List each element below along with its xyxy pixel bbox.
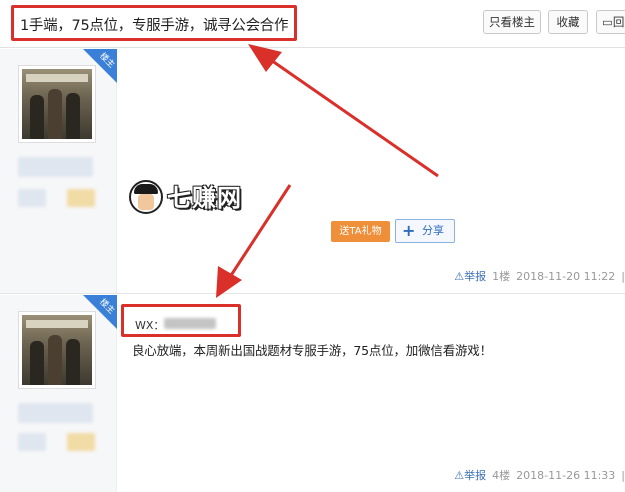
post-time: 2018-11-20 11:22 [516, 270, 616, 283]
author-badge: 楼主 [83, 49, 117, 83]
only-author-button[interactable]: 只看楼主 [483, 10, 541, 34]
post-floor-4: 楼主 WX： 良心放端，本周新出国战题材专服手游，75点位，加微信看游戏！ ⚠举… [0, 295, 625, 492]
post-body: 送TA礼物 + 分享 ⚠举报 1楼 2018-11-20 11:22 | [118, 49, 625, 293]
thread-title: 1手端，75点位，专服手游，诚寻公会合作 [20, 18, 289, 34]
post-floor-1: 楼主 送TA礼物 + 分享 ⚠举报 1楼 2018-11-20 11:22 | [0, 49, 625, 294]
gift-button[interactable]: 送TA礼物 [331, 221, 390, 242]
post-content: 良心放端，本周新出国战题材专服手游，75点位，加微信看游戏！ [132, 343, 492, 358]
detective-logo [129, 180, 163, 214]
warning-icon: ⚠ [454, 270, 465, 283]
plus-icon: + [402, 221, 416, 240]
user-level-blurred [18, 189, 46, 207]
wx-id-blurred [164, 318, 216, 329]
thread-header: 1手端，75点位，专服手游，诚寻公会合作 只看楼主 收藏 ▭回复 [0, 0, 625, 48]
share-button[interactable]: + 分享 [395, 219, 455, 243]
wx-label: WX： [135, 319, 165, 332]
user-level-blurred [18, 433, 46, 451]
meta-divider: | [621, 270, 625, 283]
post-meta: ⚠举报 1楼 2018-11-20 11:22 | [454, 268, 625, 284]
author-badge: 楼主 [83, 295, 117, 329]
floor-number: 4楼 [492, 469, 511, 482]
avatar-image [22, 315, 92, 385]
user-medal-blurred [67, 433, 95, 451]
post-body: WX： 良心放端，本周新出国战题材专服手游，75点位，加微信看游戏！ ⚠举报 4楼… [118, 295, 625, 492]
username-blurred [18, 403, 93, 423]
reply-button[interactable]: ▭回复 [596, 10, 625, 34]
wx-highlight-box: WX： [121, 304, 241, 337]
username-blurred [18, 157, 93, 177]
title-highlight-box: 1手端，75点位，专服手游，诚寻公会合作 [11, 5, 297, 41]
collect-button[interactable]: 收藏 [548, 10, 588, 34]
watermark-text: 七赚网 [167, 184, 242, 212]
avatar-image [22, 69, 92, 139]
author-column: 楼主 [0, 295, 117, 492]
floor-number: 1楼 [492, 270, 511, 283]
reply-button-label: 回复 [612, 15, 625, 29]
site-watermark: 七赚网 [129, 176, 269, 224]
warning-icon: ⚠ [454, 469, 465, 482]
report-link[interactable]: 举报 [464, 469, 486, 482]
author-column: 楼主 [0, 49, 117, 293]
meta-divider: | [621, 469, 625, 482]
post-time: 2018-11-26 11:33 [516, 469, 616, 482]
user-medal-blurred [67, 189, 95, 207]
comment-icon: ▭ [602, 15, 613, 29]
post-meta: ⚠举报 4楼 2018-11-26 11:33 | [454, 467, 625, 483]
report-link[interactable]: 举报 [464, 270, 486, 283]
